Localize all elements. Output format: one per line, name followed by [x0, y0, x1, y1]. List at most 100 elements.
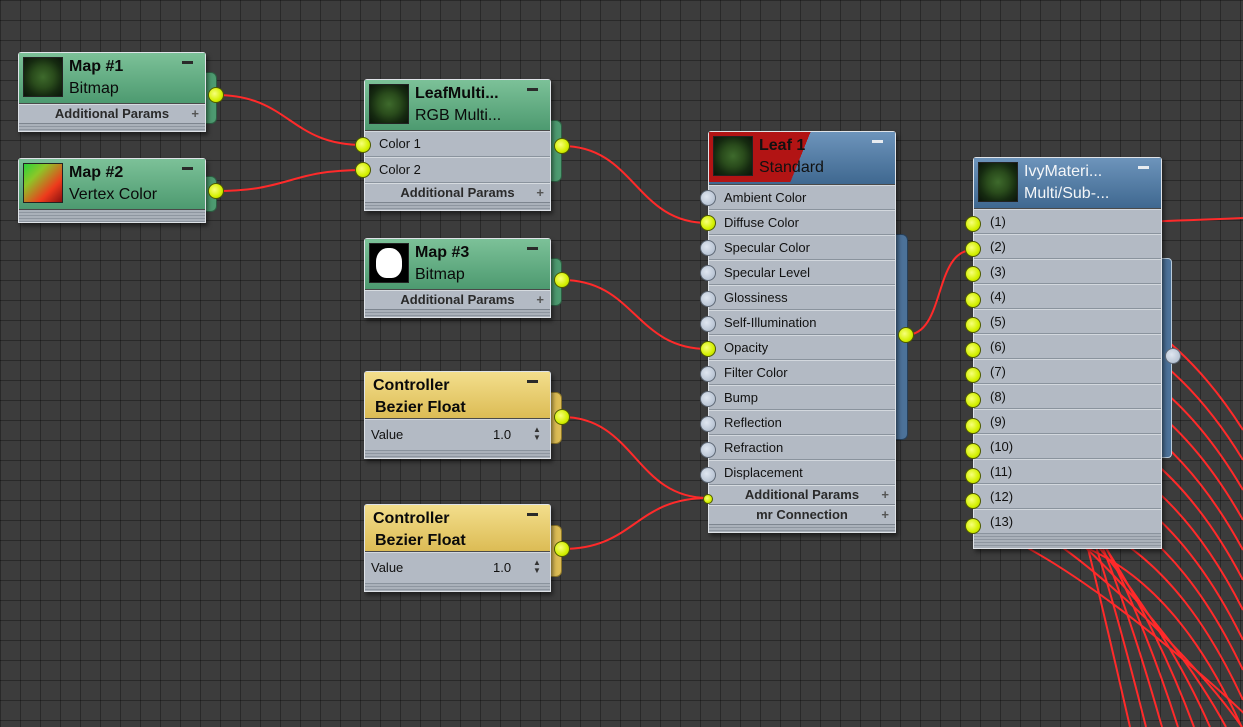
- additional-params-section[interactable]: Additional Params +: [365, 290, 550, 310]
- material-slot-specular-color[interactable]: Specular Color: [709, 235, 895, 260]
- input-socket-color-2[interactable]: [355, 162, 371, 178]
- value-field[interactable]: 1.0: [493, 420, 511, 450]
- output-socket-map3[interactable]: [554, 272, 570, 288]
- material-slot-glossiness[interactable]: Glossiness: [709, 285, 895, 310]
- input-socket-additional-params[interactable]: [703, 494, 713, 504]
- sub-material-slot[interactable]: (8): [974, 384, 1161, 409]
- output-socket-leafmulti[interactable]: [554, 138, 570, 154]
- sub-material-slot[interactable]: (4): [974, 284, 1161, 309]
- node-header[interactable]: Map #2 Vertex Color: [19, 159, 205, 210]
- node-header[interactable]: Controller Bezier Float: [365, 372, 550, 419]
- collapse-icon[interactable]: [182, 167, 193, 170]
- sub-material-slot[interactable]: (5): [974, 309, 1161, 334]
- resize-grip[interactable]: [365, 310, 550, 317]
- input-socket-sub-material[interactable]: [965, 417, 981, 434]
- input-socket-filter-color[interactable]: [700, 366, 716, 383]
- value-row[interactable]: Value 1.0 ▲ ▼: [365, 552, 550, 584]
- node-controller-2[interactable]: Controller Bezier Float Value 1.0 ▲ ▼: [364, 504, 551, 592]
- output-socket-ivy[interactable]: [1165, 348, 1181, 364]
- collapse-icon[interactable]: [527, 247, 538, 250]
- sub-material-slot[interactable]: (12): [974, 484, 1161, 509]
- expand-icon[interactable]: +: [536, 184, 544, 202]
- node-header[interactable]: Map #3 Bitmap: [365, 239, 550, 290]
- material-slot-filter-color[interactable]: Filter Color: [709, 360, 895, 385]
- additional-params-section[interactable]: Additional Params +: [709, 485, 895, 505]
- material-slot-displacement[interactable]: Displacement: [709, 460, 895, 485]
- collapse-icon[interactable]: [527, 88, 538, 91]
- expand-icon[interactable]: +: [881, 486, 889, 504]
- spinner-icon[interactable]: ▲ ▼: [533, 426, 543, 444]
- input-socket-sub-material[interactable]: [965, 342, 981, 358]
- input-socket-glossiness[interactable]: [700, 290, 716, 307]
- input-socket-sub-material[interactable]: [965, 442, 981, 459]
- collapse-icon[interactable]: [872, 140, 883, 143]
- material-slot-diffuse-color[interactable]: Diffuse Color: [709, 210, 895, 235]
- output-socket-map2[interactable]: [208, 183, 224, 199]
- collapse-icon[interactable]: [182, 61, 193, 64]
- node-header[interactable]: IvyMateri... Multi/Sub-...: [974, 158, 1161, 209]
- node-header[interactable]: LeafMulti... RGB Multi...: [365, 80, 550, 131]
- additional-params-section[interactable]: Additional Params +: [365, 183, 550, 203]
- mr-connection-section[interactable]: mr Connection +: [709, 505, 895, 525]
- material-slot-opacity[interactable]: Opacity: [709, 335, 895, 360]
- sub-material-slot[interactable]: (1): [974, 209, 1161, 234]
- resize-grip[interactable]: [365, 451, 550, 458]
- sub-material-slot[interactable]: (6): [974, 334, 1161, 359]
- sub-material-slot[interactable]: (7): [974, 359, 1161, 384]
- output-socket-controller-1[interactable]: [554, 409, 570, 425]
- sub-material-slot[interactable]: (10): [974, 434, 1161, 459]
- output-socket-controller-2[interactable]: [554, 541, 570, 557]
- input-socket-displacement[interactable]: [700, 466, 716, 483]
- node-ivy-multisub[interactable]: IvyMateri... Multi/Sub-... (1) (2) (3) (4)(…: [973, 157, 1162, 549]
- node-controller-1[interactable]: Controller Bezier Float Value 1.0 ▲ ▼: [364, 371, 551, 459]
- node-map2[interactable]: Map #2 Vertex Color: [18, 158, 206, 223]
- input-socket-color-1[interactable]: [355, 137, 371, 153]
- input-socket-sub-material[interactable]: [965, 468, 981, 484]
- node-header[interactable]: Controller Bezier Float: [365, 505, 550, 552]
- input-socket-sub-material[interactable]: [965, 316, 981, 333]
- resize-grip[interactable]: [974, 534, 1161, 548]
- expand-icon[interactable]: +: [191, 105, 199, 123]
- resize-grip[interactable]: [709, 525, 895, 532]
- output-socket-map1[interactable]: [208, 87, 224, 103]
- sub-material-slot[interactable]: (3): [974, 259, 1161, 284]
- material-slot-specular-level[interactable]: Specular Level: [709, 260, 895, 285]
- input-color-2[interactable]: Color 2: [365, 157, 550, 183]
- node-leafmulti[interactable]: LeafMulti... RGB Multi... Color 1 Color …: [364, 79, 551, 211]
- material-slot-bump[interactable]: Bump: [709, 385, 895, 410]
- value-row[interactable]: Value 1.0 ▲ ▼: [365, 419, 550, 451]
- additional-params-section[interactable]: Additional Params +: [19, 104, 205, 124]
- sub-material-slot[interactable]: (13): [974, 509, 1161, 534]
- material-slot-reflection[interactable]: Reflection: [709, 410, 895, 435]
- output-socket-leaf1[interactable]: [898, 327, 914, 343]
- input-socket-self-illumination[interactable]: [700, 315, 716, 332]
- collapse-icon[interactable]: [527, 513, 538, 516]
- node-map3[interactable]: Map #3 Bitmap Additional Params +: [364, 238, 551, 318]
- input-socket-opacity[interactable]: [700, 340, 716, 357]
- material-slot-refraction[interactable]: Refraction: [709, 435, 895, 460]
- resize-grip[interactable]: [365, 203, 550, 210]
- input-color-1[interactable]: Color 1: [365, 131, 550, 157]
- expand-icon[interactable]: +: [881, 506, 889, 524]
- sub-material-slot[interactable]: (2): [974, 234, 1161, 259]
- material-slot-ambient-color[interactable]: Ambient Color: [709, 185, 895, 210]
- resize-grip[interactable]: [19, 210, 205, 222]
- input-socket-sub-material[interactable]: [965, 291, 981, 308]
- value-field[interactable]: 1.0: [493, 553, 511, 583]
- collapse-icon[interactable]: [527, 380, 538, 383]
- collapse-icon[interactable]: [1138, 166, 1149, 169]
- sub-material-slot[interactable]: (9): [974, 409, 1161, 434]
- sub-material-slot[interactable]: (11): [974, 459, 1161, 484]
- input-socket-ambient-color[interactable]: [700, 190, 716, 206]
- node-header[interactable]: Map #1 Bitmap: [19, 53, 205, 104]
- expand-icon[interactable]: +: [536, 291, 544, 309]
- resize-grip[interactable]: [365, 584, 550, 591]
- material-slot-self-illumination[interactable]: Self-Illumination: [709, 310, 895, 335]
- spinner-icon[interactable]: ▲ ▼: [533, 559, 543, 577]
- resize-grip[interactable]: [19, 124, 205, 131]
- input-socket-sub-material[interactable]: [965, 216, 981, 232]
- input-socket-refraction[interactable]: [700, 441, 716, 458]
- node-leaf1-material[interactable]: Leaf 1 Standard Ambient Color Diffuse Col…: [708, 131, 896, 533]
- node-map1[interactable]: Map #1 Bitmap Additional Params +: [18, 52, 206, 132]
- node-header[interactable]: Leaf 1 Standard: [709, 132, 895, 185]
